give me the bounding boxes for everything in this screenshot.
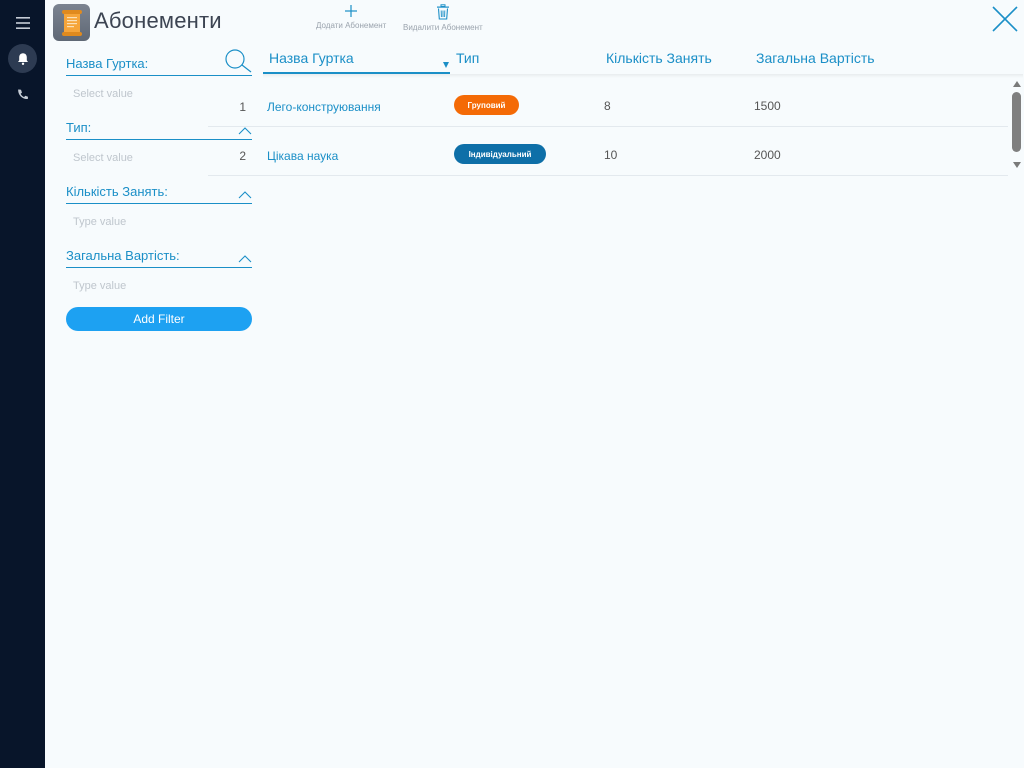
- filter-label: Кількість Занять:: [66, 184, 168, 199]
- notifications-button[interactable]: [8, 44, 37, 73]
- column-header-total-cost[interactable]: Загальна Вартість: [756, 50, 875, 66]
- lesson-count-cell: 10: [604, 148, 618, 162]
- filter-header[interactable]: Кількість Занять:: [66, 176, 252, 204]
- table-scrollbar[interactable]: [1010, 78, 1024, 172]
- scroll-down-arrow-icon[interactable]: [1013, 162, 1021, 168]
- filter-header[interactable]: Загальна Вартість:: [66, 240, 252, 268]
- sort-desc-icon: [443, 62, 449, 68]
- add-subscription-button[interactable]: Додати Абонемент: [316, 4, 386, 30]
- total-cost-input[interactable]: [66, 280, 236, 292]
- bell-icon: [17, 52, 28, 65]
- close-icon: [992, 6, 1018, 32]
- filter-label: Тип:: [66, 120, 92, 135]
- delete-subscription-label: Видалити Абонемент: [403, 23, 483, 32]
- filter-label: Загальна Вартість:: [66, 248, 180, 263]
- type-badge: Індивідуальний: [454, 144, 546, 164]
- lesson-count-input[interactable]: [66, 216, 236, 228]
- filter-label: Назва Гуртка:: [66, 56, 149, 71]
- type-badge: Груповий: [454, 95, 519, 115]
- table-header: Назва Гуртка Тип Кількість Занять Загаль…: [263, 44, 1023, 76]
- add-subscription-label: Додати Абонемент: [316, 21, 387, 30]
- menu-button[interactable]: [8, 8, 37, 37]
- app-icon: [53, 4, 90, 41]
- chevron-up-icon[interactable]: [238, 190, 252, 199]
- filter-header[interactable]: Назва Гуртка:: [66, 48, 252, 76]
- scroll-up-arrow-icon[interactable]: [1013, 81, 1021, 87]
- table-row[interactable]: 2 Цікава наука Індивідуальний 10 2000: [208, 127, 1008, 176]
- club-name-link[interactable]: Лего-конструювання: [267, 100, 381, 114]
- row-number: 1: [239, 100, 246, 114]
- menu-icon: [15, 16, 30, 29]
- phone-icon: [17, 89, 28, 99]
- delete-subscription-button[interactable]: Видалити Абонемент: [403, 4, 483, 32]
- filter-total-cost: Загальна Вартість:: [66, 240, 252, 304]
- column-header-label: Назва Гуртка: [269, 50, 354, 66]
- close-button[interactable]: [990, 4, 1020, 34]
- scrollbar-thumb[interactable]: [1012, 92, 1021, 152]
- page-title: Абонементи: [94, 8, 222, 33]
- column-header-type[interactable]: Тип: [456, 50, 479, 66]
- column-header-lesson-count[interactable]: Кількість Занять: [606, 50, 712, 66]
- table-row[interactable]: 1 Лего-конструювання Груповий 8 1500: [208, 78, 1008, 127]
- row-number: 2: [239, 149, 246, 163]
- filter-lesson-count: Кількість Занять:: [66, 176, 252, 240]
- nav-rail: [0, 0, 45, 768]
- add-filter-button[interactable]: Add Filter: [66, 307, 252, 331]
- scroll-document-icon: [61, 9, 82, 36]
- calls-button[interactable]: [8, 80, 37, 109]
- trash-icon: [436, 4, 449, 20]
- total-cost-cell: 2000: [754, 148, 781, 162]
- column-header-club-name[interactable]: Назва Гуртка: [263, 50, 450, 74]
- lesson-count-cell: 8: [604, 99, 611, 113]
- total-cost-cell: 1500: [754, 99, 781, 113]
- club-name-link[interactable]: Цікава наука: [267, 149, 338, 163]
- chevron-up-icon[interactable]: [238, 254, 252, 263]
- plus-icon: [345, 5, 358, 17]
